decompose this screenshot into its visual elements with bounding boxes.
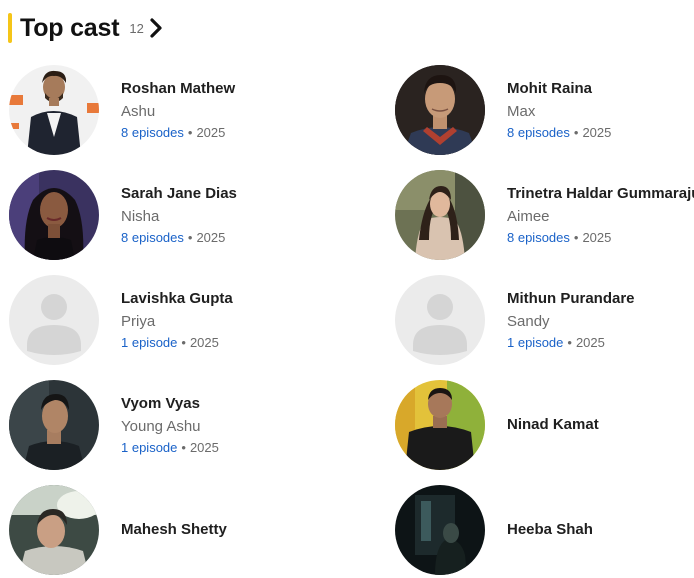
actor-name[interactable]: Ninad Kamat	[507, 415, 599, 435]
top-cast-section: Top cast 12 Roshan Mathew Ashu 8 episode…	[0, 0, 694, 578]
cast-card[interactable]: Heeba Shah	[395, 484, 593, 576]
actor-photo[interactable]	[9, 170, 99, 260]
cast-card[interactable]: Sarah Jane Dias Nisha 8 episodes • 2025	[9, 169, 237, 261]
episode-info: 1 episode • 2025	[121, 334, 219, 350]
actor-name[interactable]: Sarah Jane Dias	[121, 184, 237, 204]
cast-card[interactable]: Ninad Kamat	[395, 379, 599, 471]
episode-info: 1 episode • 2025	[121, 439, 219, 455]
year: 2025	[189, 334, 219, 350]
chevron-right-icon[interactable]	[148, 17, 166, 39]
actor-name[interactable]: Trinetra Haldar Gummaraju	[507, 184, 694, 204]
cast-card[interactable]: Mahesh Shetty	[9, 484, 227, 576]
actor-name[interactable]: Mahesh Shetty	[121, 520, 227, 540]
episodes-link[interactable]: 1 episode	[121, 440, 177, 455]
section-title: Top cast	[20, 13, 120, 42]
actor-photo[interactable]	[395, 380, 485, 470]
cast-card[interactable]: Roshan Mathew Ashu 8 episodes • 2025	[9, 64, 235, 156]
cast-card[interactable]: Vyom Vyas Young Ashu 1 episode • 2025	[9, 379, 219, 471]
actor-name[interactable]: Heeba Shah	[507, 520, 593, 540]
episode-info: 8 episodes • 2025	[121, 124, 226, 140]
cast-card[interactable]: Mohit Raina Max 8 episodes • 2025	[395, 64, 611, 156]
episodes-link[interactable]: 8 episodes	[121, 230, 184, 245]
actor-photo[interactable]	[9, 380, 99, 470]
character-name: Aimee	[507, 207, 550, 225]
top-cast-header[interactable]: Top cast 12	[8, 12, 166, 44]
actor-photo[interactable]	[395, 65, 485, 155]
actor-name[interactable]: Mohit Raina	[507, 79, 611, 99]
cast-card[interactable]: Trinetra Haldar Gummaraju Aimee 8 episod…	[395, 169, 694, 261]
cast-card[interactable]: Lavishka Gupta Priya 1 episode • 2025	[9, 274, 233, 366]
actor-photo[interactable]	[9, 65, 99, 155]
actor-photo[interactable]	[395, 170, 485, 260]
cast-count: 12	[129, 21, 144, 36]
year: 2025	[196, 124, 226, 140]
actor-photo[interactable]	[395, 485, 485, 575]
year: 2025	[582, 124, 612, 140]
actor-photo[interactable]	[9, 485, 99, 575]
actor-name[interactable]: Mithun Purandare	[507, 289, 635, 309]
year: 2025	[189, 439, 219, 455]
actor-name[interactable]: Roshan Mathew	[121, 79, 235, 99]
episodes-link[interactable]: 1 episode	[121, 335, 177, 350]
year: 2025	[196, 229, 226, 245]
episode-info: 1 episode • 2025	[507, 334, 605, 350]
character-name: Ashu	[121, 102, 156, 120]
character-name: Young Ashu	[121, 417, 201, 435]
character-name: Sandy	[507, 312, 550, 330]
episode-info: 8 episodes • 2025	[507, 229, 612, 245]
year: 2025	[575, 334, 605, 350]
actor-name[interactable]: Lavishka Gupta	[121, 289, 233, 309]
placeholder-avatar-icon[interactable]	[9, 275, 99, 365]
year: 2025	[582, 229, 612, 245]
episodes-link[interactable]: 8 episodes	[507, 230, 570, 245]
section-accent-bar	[8, 13, 12, 43]
episodes-link[interactable]: 1 episode	[507, 335, 563, 350]
character-name: Max	[507, 102, 536, 120]
episodes-link[interactable]: 8 episodes	[121, 125, 184, 140]
cast-card[interactable]: Mithun Purandare Sandy 1 episode • 2025	[395, 274, 635, 366]
episode-info: 8 episodes • 2025	[507, 124, 612, 140]
episode-info: 8 episodes • 2025	[121, 229, 226, 245]
character-name: Priya	[121, 312, 156, 330]
placeholder-avatar-icon[interactable]	[395, 275, 485, 365]
actor-name[interactable]: Vyom Vyas	[121, 394, 219, 414]
episodes-link[interactable]: 8 episodes	[507, 125, 570, 140]
character-name: Nisha	[121, 207, 160, 225]
